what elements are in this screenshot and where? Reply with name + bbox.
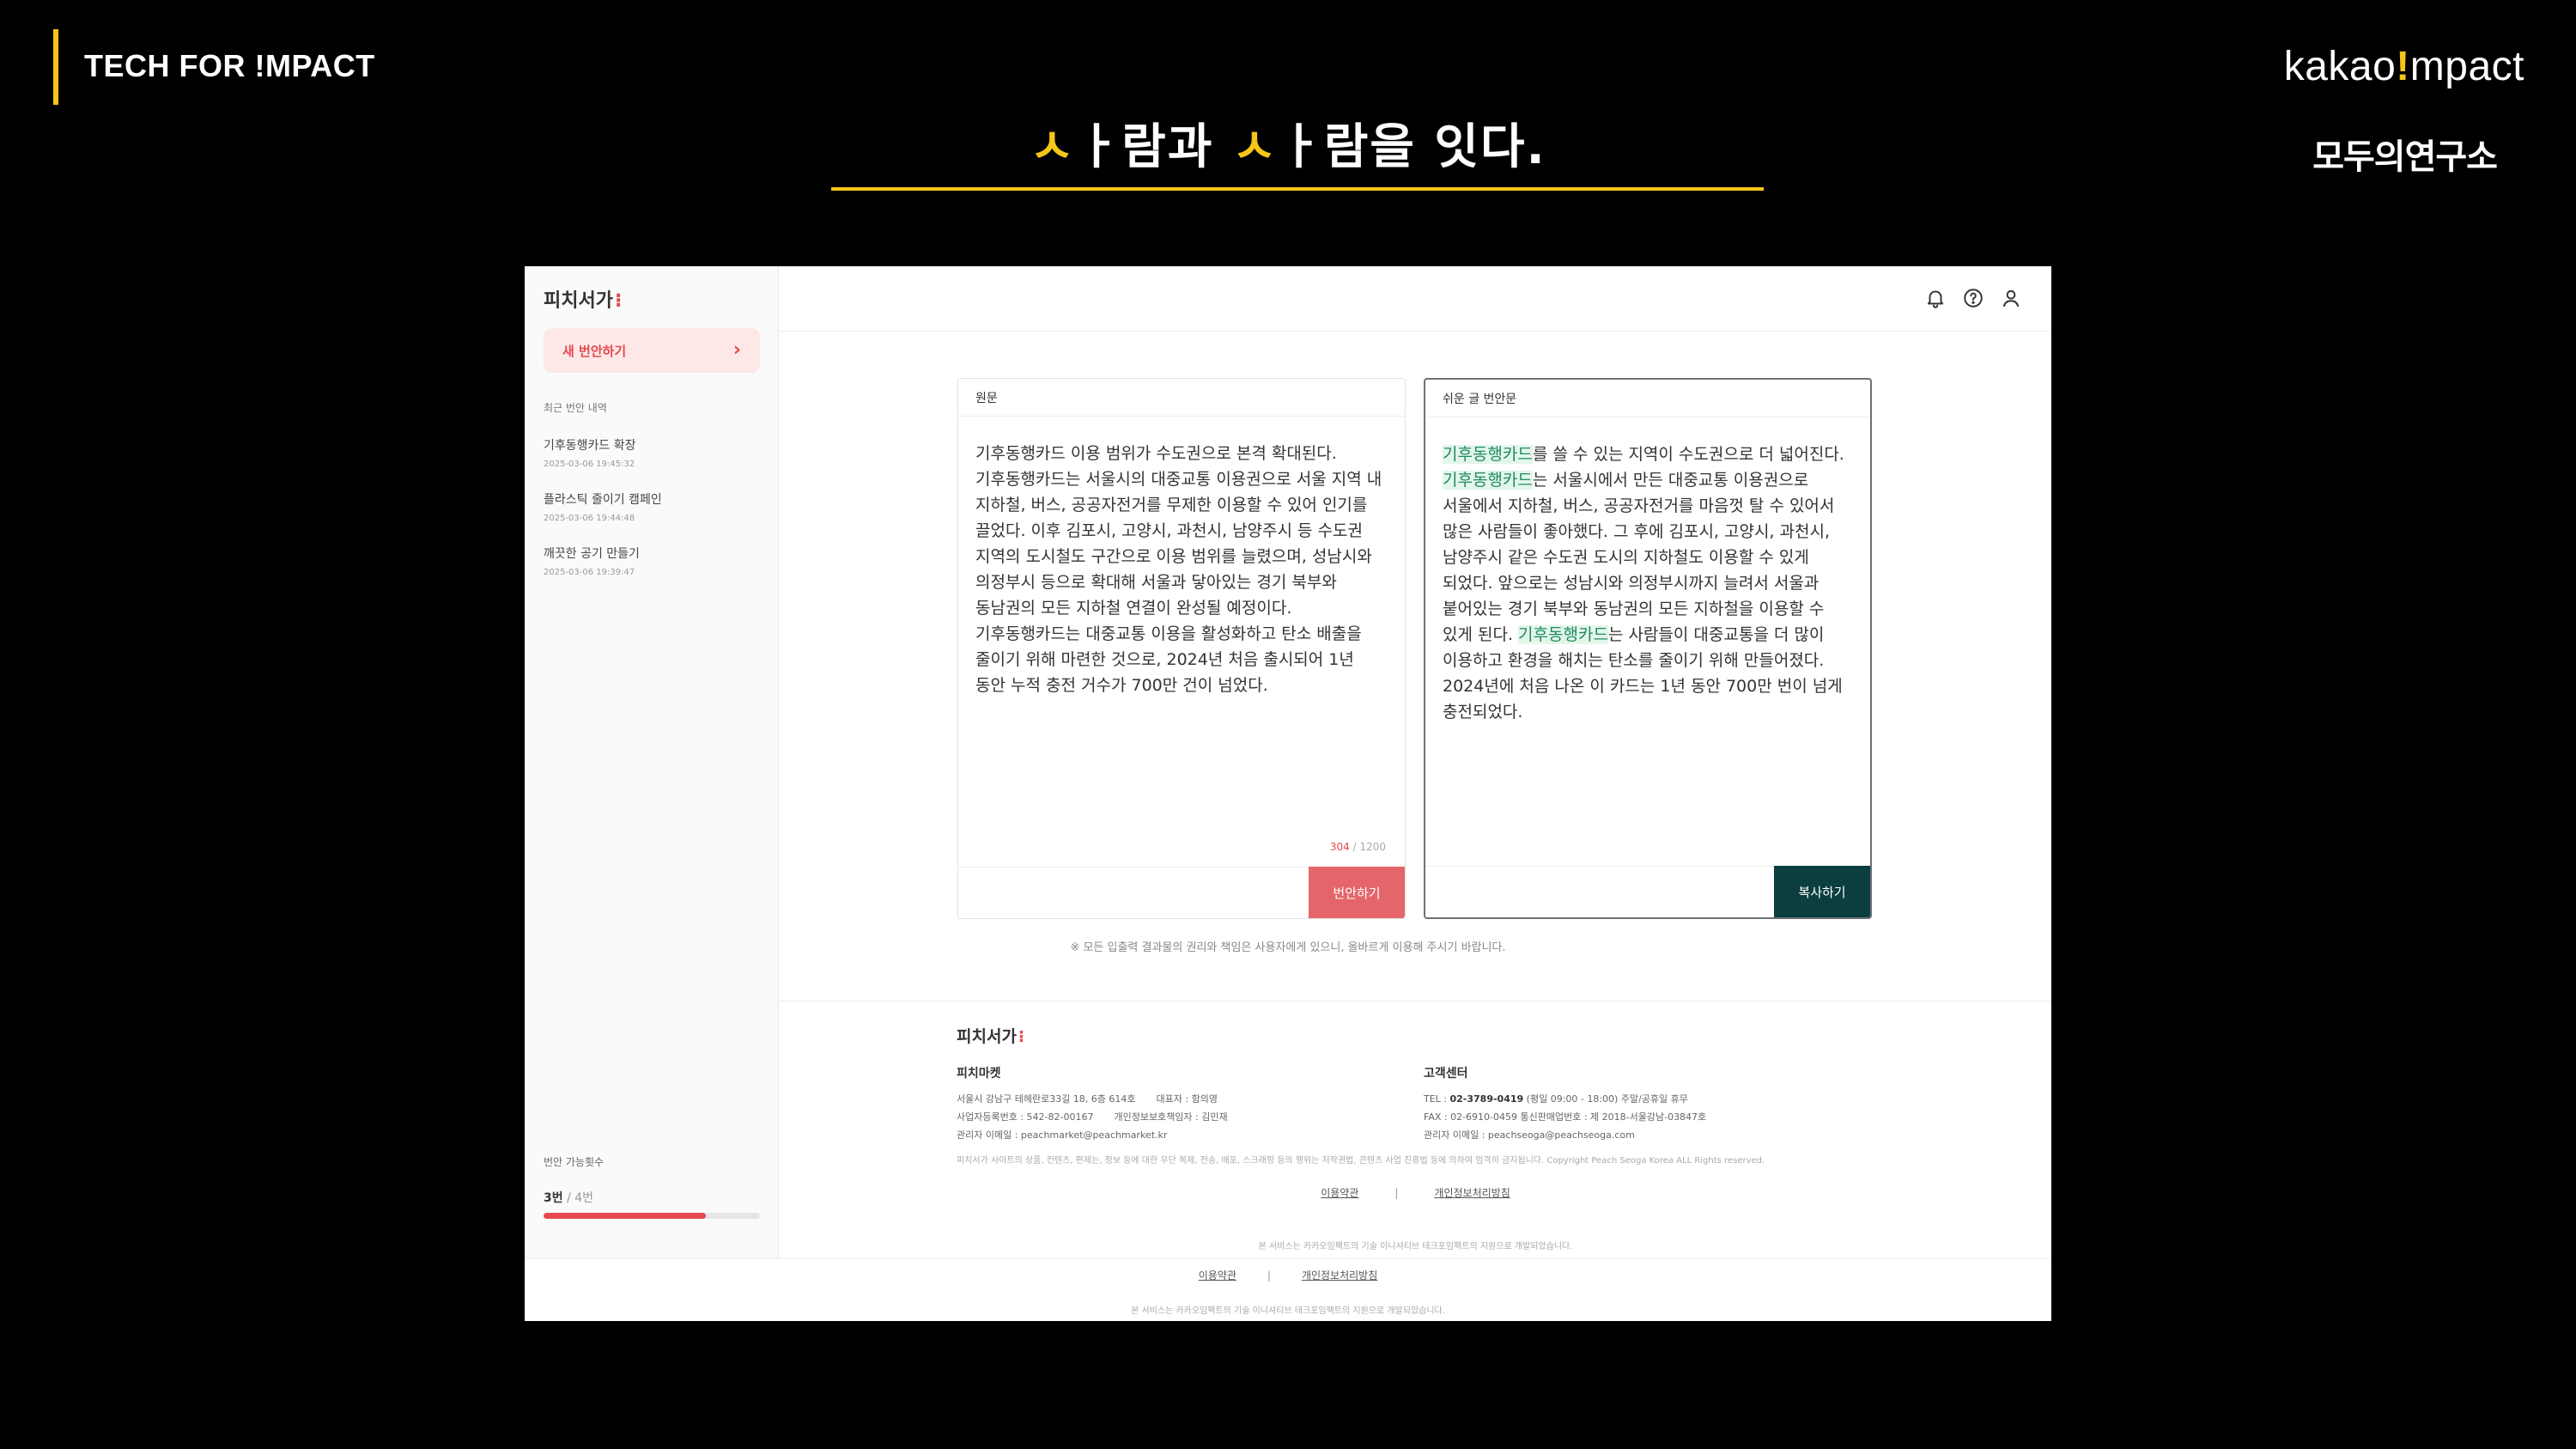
link-separator: | (1394, 1187, 1399, 1199)
logo-mark-icon: ⁝ (1018, 1027, 1025, 1046)
new-translation-button[interactable]: 새 번안하기 › (544, 328, 760, 373)
history-item-time: 2025-03-06 19:44:48 (544, 514, 635, 523)
footer-strip-links: 이용약관 | 개인정보처리방침 (525, 1268, 2051, 1282)
title-accent-2: ㅅ (1231, 119, 1279, 175)
help-icon[interactable] (1962, 287, 1984, 309)
company-address-line: 서울시 강남구 테헤란로33길 18, 6층 614호 대표자 : 함의영 (957, 1090, 1228, 1108)
easy-read-panel: 쉬운 글 번안문 기후동행카드를 쓸 수 있는 지역이 수도권으로 더 넓어진다… (1424, 378, 1872, 919)
source-text-panel: 원문 기후동행카드 이용 범위가 수도권으로 본격 확대된다. 기후동행카드는 … (957, 378, 1406, 919)
service-note: 본 서비스는 카카오임팩트의 기술 이니셔티브 테크포임팩트의 지원으로 개발되… (1258, 1242, 1573, 1251)
kakao-logo-part-2: ! (2396, 44, 2410, 89)
highlighted-term: 기후동행카드 (1518, 625, 1608, 644)
company-info: 피치마켓 서울시 강남구 테헤란로33길 18, 6층 614호 대표자 : 함의… (957, 1065, 1228, 1144)
output-segment: 는 서울시에서 만든 대중교통 이용권으로 서울에서 지하철, 버스, 공공자전… (1443, 471, 1835, 644)
history-item-title: 깨끗한 공기 만들기 (544, 547, 640, 561)
history-item-time: 2025-03-06 19:39:47 (544, 568, 635, 577)
company-registration-line: 사업자등록번호 : 542-82-00167 개인정보보호책임자 : 김민재 (957, 1108, 1228, 1126)
history-item[interactable]: 플라스틱 줄이기 캠페인 2025-03-06 19:44:48 (544, 490, 662, 523)
quota-total: / 4번 (562, 1191, 594, 1205)
kakao-logo-part-3: mpact (2409, 44, 2524, 89)
kakao-impact-logo: kakao!mpact (2284, 43, 2524, 90)
company-biz-no: 사업자등록번호 : 542-82-00167 (957, 1111, 1094, 1123)
copy-button[interactable]: 복사하기 (1774, 866, 1870, 917)
top-icons (1924, 287, 2022, 309)
title-part-2: ㅏ람을 잇다. (1278, 119, 1546, 175)
character-count-current: 304 (1329, 841, 1350, 853)
character-counter: 304 / 1200 (1330, 841, 1386, 853)
quota-label: 번안 가능횟수 (544, 1156, 605, 1168)
app-window: 피치서가⁝ 새 번안하기 › 최근 번안 내역 기후동행카드 확장 2025-0… (525, 266, 2051, 1321)
app-brand-text: 피치서가 (544, 290, 613, 312)
title-accent-1: ㅅ (1030, 119, 1076, 175)
quota-used: 3번 (544, 1191, 563, 1205)
company-address: 서울시 강남구 테헤란로33길 18, 6층 614호 (957, 1093, 1136, 1105)
support-tel-line: TEL : 02-3789-0419 (평일 09:00 - 18:00) 주말… (1424, 1090, 1706, 1108)
slide-title: ㅅㅏ람과 ㅅㅏ람을 잇다. (0, 108, 2576, 178)
company-ceo: 대표자 : 함의영 (1156, 1093, 1218, 1105)
sidebar: 피치서가⁝ 새 번안하기 › 최근 번안 내역 기후동행카드 확장 2025-0… (525, 266, 779, 1258)
easy-read-panel-header: 쉬운 글 번안문 (1425, 380, 1870, 417)
disclaimer: ※ 모든 입출력 결과물의 권리와 책임은 사용자에게 있으니, 올바르게 이용… (1070, 941, 1506, 954)
service-note: 본 서비스는 카카오임팩트의 기술 이니셔티브 테크포임팩트의 지원으로 개발되… (1131, 1306, 1445, 1316)
company-privacy-officer: 개인정보보호책임자 : 김민재 (1114, 1111, 1228, 1123)
bell-icon[interactable] (1924, 287, 1947, 309)
footer-links: 이용약관 | 개인정보처리방침 (780, 1185, 2051, 1200)
quota-count: 3번 / 4번 (544, 1189, 593, 1206)
history-item-title: 플라스틱 줄이기 캠페인 (544, 493, 662, 507)
translate-button[interactable]: 번안하기 (1309, 867, 1405, 918)
privacy-link[interactable]: 개인정보처리방침 (1302, 1269, 1377, 1282)
source-panel-header: 원문 (958, 379, 1405, 417)
source-text-input[interactable]: 기후동행카드 이용 범위가 수도권으로 본격 확대된다. 기후동행카드는 서울시… (958, 417, 1405, 698)
history-item-title: 기후동행카드 확장 (544, 439, 636, 453)
new-translation-label: 새 번안하기 (562, 343, 627, 359)
support-info: 고객센터 TEL : 02-3789-0419 (평일 09:00 - 18:0… (1424, 1065, 1706, 1144)
title-part-1: ㅏ람과 (1075, 119, 1232, 175)
highlighted-term: 기후동행카드 (1443, 445, 1533, 464)
easy-read-output: 기후동행카드를 쓸 수 있는 지역이 수도권으로 더 넓어진다. 기후동행카드는… (1425, 417, 1870, 725)
highlighted-term: 기후동행카드 (1443, 471, 1533, 490)
source-panel-footer: 번안하기 (958, 867, 1405, 918)
company-name: 피치마켓 (957, 1067, 1001, 1081)
modulabs-logo: 모두의연구소 (2312, 137, 2498, 177)
support-tel-label: TEL : (1424, 1093, 1450, 1105)
support-fax: FAX : 02-6910-0459 통신판매업번호 : 제 2018-서울강남… (1424, 1111, 1707, 1123)
history-item[interactable]: 기후동행카드 확장 2025-03-06 19:45:32 (544, 436, 636, 469)
footer-logo: 피치서가 ⁝ (957, 1024, 1024, 1047)
app-logo[interactable]: 피치서가⁝ (544, 285, 622, 313)
quota-progress-fill (544, 1213, 706, 1219)
support-email: 관리자 이메일 : peachseoga@peachseoga.com (1424, 1129, 1635, 1141)
support-name: 고객센터 (1424, 1067, 1468, 1081)
top-bar (780, 266, 2051, 332)
support-hours: (평일 09:00 - 18:00) 주말/공휴일 휴무 (1523, 1093, 1688, 1105)
terms-link[interactable]: 이용약관 (1199, 1269, 1236, 1282)
site-footer: 피치서가 ⁝ 피치마켓 서울시 강남구 테헤란로33길 18, 6층 614호 대표… (780, 1001, 2051, 1258)
output-segment: 를 쓸 수 있는 지역이 수도권으로 더 넓어진다. (1532, 445, 1844, 464)
accent-bar (53, 29, 58, 105)
copyright: 피치서가 사이트의 상품, 컨텐츠, 편제는, 정보 등에 대한 무단 복제, … (957, 1156, 1765, 1166)
quota-progress-bar (544, 1213, 760, 1219)
history-item[interactable]: 깨끗한 공기 만들기 2025-03-06 19:39:47 (544, 545, 640, 577)
history-item-time: 2025-03-06 19:45:32 (544, 460, 635, 469)
company-email: 관리자 이메일 : peachmarket@peachmarket.kr (957, 1129, 1168, 1141)
character-count-max: / 1200 (1349, 841, 1386, 853)
kakao-logo-part-1: kakao (2283, 44, 2397, 89)
title-underline (831, 187, 1764, 191)
footer-strip: 이용약관 | 개인정보처리방침 본 서비스는 카카오임팩트의 기술 이니셔티브 테크… (525, 1258, 2051, 1321)
privacy-link[interactable]: 개인정보처리방침 (1434, 1187, 1510, 1199)
user-icon[interactable] (2000, 287, 2022, 309)
logo-mark-icon: ⁝ (614, 290, 623, 312)
link-separator: | (1267, 1269, 1271, 1282)
support-tel: 02-3789-0419 (1449, 1093, 1524, 1105)
easy-panel-footer: 복사하기 (1425, 866, 1870, 917)
footer-brand-text: 피치서가 (957, 1027, 1017, 1046)
recent-history-heading: 최근 번안 내역 (544, 402, 607, 414)
chevron-right-icon: › (732, 339, 741, 361)
terms-link[interactable]: 이용약관 (1321, 1187, 1358, 1199)
tech-for-impact-label: TECH FOR !MPACT (84, 48, 375, 83)
